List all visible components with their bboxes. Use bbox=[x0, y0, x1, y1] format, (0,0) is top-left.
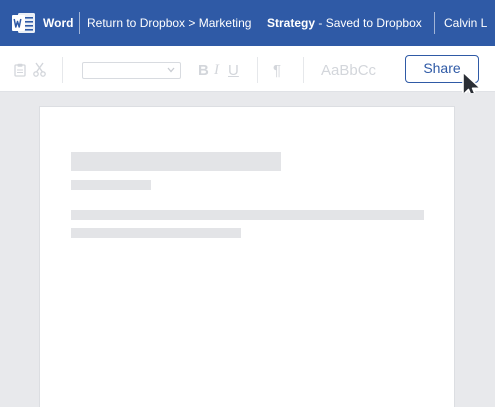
title-bar: Word Return to Dropbox > Marketing Strat… bbox=[0, 0, 495, 46]
breadcrumb-return-link[interactable]: Return to Dropbox > Marketing bbox=[87, 16, 251, 30]
user-menu[interactable]: Calvin L bbox=[444, 16, 487, 30]
toolbar-divider bbox=[257, 57, 258, 83]
paste-icon[interactable] bbox=[14, 63, 26, 77]
text-line-placeholder bbox=[71, 228, 241, 238]
toolbar-divider bbox=[303, 57, 304, 83]
title-placeholder bbox=[71, 152, 281, 171]
document-page[interactable] bbox=[40, 107, 454, 407]
cut-icon[interactable] bbox=[33, 62, 46, 77]
pilcrow-icon[interactable]: ¶ bbox=[273, 62, 281, 79]
word-logo-icon[interactable] bbox=[12, 12, 36, 34]
document-canvas[interactable] bbox=[0, 93, 495, 407]
title-divider bbox=[434, 12, 435, 34]
save-status: - Saved to Dropbox bbox=[315, 16, 422, 30]
document-title: Strategy bbox=[267, 16, 316, 30]
underline-button[interactable]: U bbox=[228, 62, 239, 79]
bold-button[interactable]: B bbox=[198, 62, 209, 79]
subtitle-placeholder bbox=[71, 180, 151, 190]
app-name: Word bbox=[43, 16, 74, 30]
title-divider bbox=[79, 12, 80, 34]
chevron-down-icon bbox=[167, 67, 175, 73]
document-status: Strategy - Saved to Dropbox bbox=[267, 16, 422, 30]
text-line-placeholder bbox=[71, 210, 424, 220]
toolbar-divider bbox=[62, 57, 63, 83]
italic-button[interactable]: I bbox=[214, 62, 219, 79]
styles-gallery[interactable]: AaBbCc bbox=[321, 62, 376, 79]
font-select[interactable] bbox=[82, 62, 181, 79]
